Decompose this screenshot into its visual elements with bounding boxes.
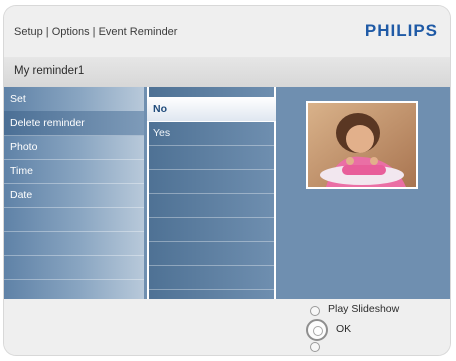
preview-column (278, 87, 450, 299)
submenu-empty-row (147, 145, 276, 170)
submenu-empty-row (147, 169, 276, 194)
submenu-empty-row (147, 241, 276, 266)
menu-empty-row (4, 231, 144, 256)
ok-button[interactable] (306, 319, 328, 341)
play-slideshow-label[interactable]: Play Slideshow (328, 303, 399, 315)
brand-logo: PHILIPS (364, 21, 438, 40)
submenu-item-yes[interactable]: Yes (147, 121, 276, 146)
device-screen: Setup | Options | Event Reminder PHILIPS… (4, 6, 450, 355)
submenu-empty-row (147, 217, 276, 242)
page-title-bar: My reminder1 (4, 57, 450, 87)
breadcrumb: Setup | Options | Event Reminder (14, 26, 178, 38)
menu-item-delete-reminder[interactable]: Delete reminder (4, 111, 144, 136)
photo-thumbnail-icon (306, 101, 418, 189)
submenu-item-no[interactable]: No (147, 97, 276, 122)
radio-button-icon[interactable] (310, 342, 320, 352)
submenu-empty-row (147, 265, 276, 290)
page-title: My reminder1 (14, 65, 85, 77)
submenu-column: No Yes (147, 87, 276, 299)
ok-label[interactable]: OK (336, 323, 351, 335)
menu-empty-row (4, 207, 144, 232)
submenu-empty-row (147, 193, 276, 218)
main-menu-column: Set Delete reminder Photo Time Date (4, 87, 144, 299)
photo-illustration (308, 103, 416, 187)
menu-item-photo[interactable]: Photo (4, 135, 144, 160)
menu-empty-row (4, 255, 144, 280)
menu-item-time[interactable]: Time (4, 159, 144, 184)
menu-item-date[interactable]: Date (4, 183, 144, 208)
top-bar: Setup | Options | Event Reminder PHILIPS (4, 6, 450, 57)
menu-item-set[interactable]: Set (4, 87, 144, 112)
radio-button-icon[interactable] (310, 306, 320, 316)
menu-panel: Set Delete reminder Photo Time Date No Y… (4, 87, 450, 299)
